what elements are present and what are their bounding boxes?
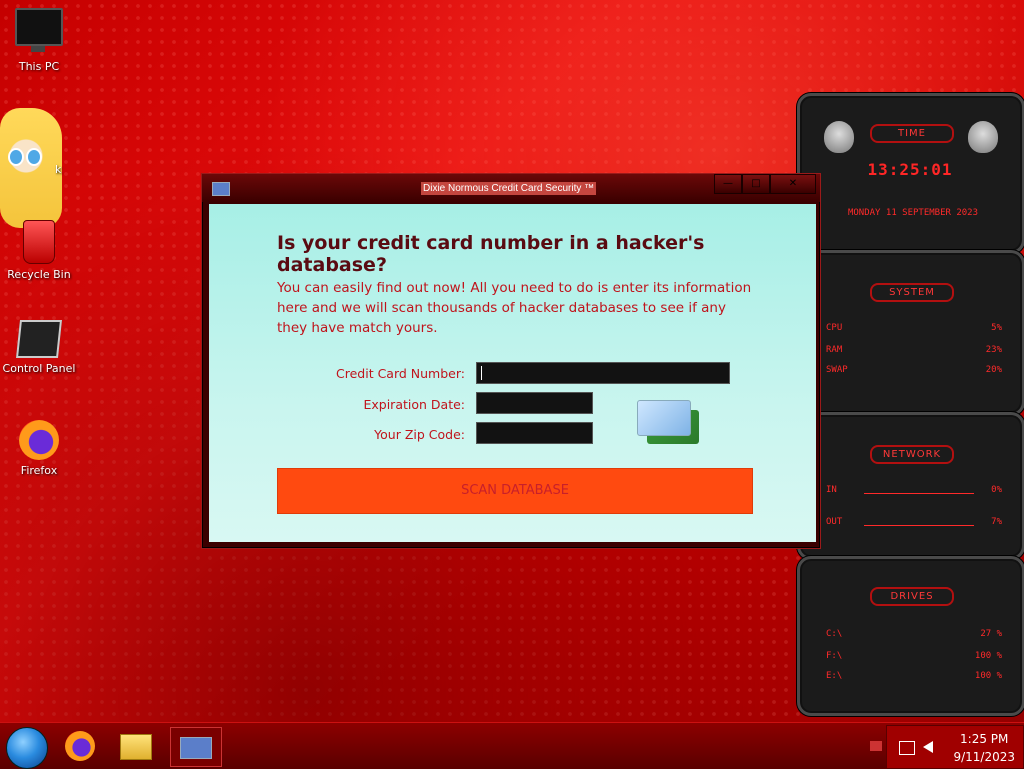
gadget-header: DRIVES	[870, 587, 954, 606]
expiration-date-label: Expiration Date:	[363, 397, 465, 412]
taskbar-file-explorer-icon[interactable]	[116, 729, 156, 763]
drives-gadget: DRIVES C:\ 27 % F:\ 100 % E:\ 100 %	[797, 556, 1024, 716]
app-window: Dixie Normous Credit Card Security ™ — □…	[201, 173, 821, 549]
cartoon-character-image	[0, 108, 62, 228]
taskbar-credit-card-app-icon[interactable]	[170, 727, 222, 767]
expiration-date-input[interactable]	[476, 392, 593, 414]
desktop-icon-recycle-bin[interactable]: Recycle Bin	[1, 220, 77, 281]
eye-shape	[8, 148, 24, 166]
window-content: Is your credit card number in a hacker's…	[209, 204, 816, 542]
desktop-icon-label: k	[55, 163, 62, 176]
desktop-icon-label: This PC	[18, 60, 60, 73]
network-row-value: 0%	[991, 485, 1002, 495]
network-row-value: 7%	[991, 517, 1002, 527]
drive-row-value: 100 %	[974, 651, 1002, 661]
zip-code-label: Your Zip Code:	[374, 427, 465, 442]
drive-row-label: C:\	[826, 629, 843, 639]
close-button[interactable]: ✕	[770, 174, 816, 194]
firefox-icon	[19, 420, 59, 460]
drive-row-value: 27 %	[980, 629, 1002, 639]
volume-icon[interactable]	[923, 741, 933, 753]
scan-database-button[interactable]: SCAN DATABASE	[277, 468, 753, 514]
network-row-label: IN	[826, 485, 837, 495]
taskbar-firefox-icon[interactable]	[60, 729, 100, 763]
control-panel-icon	[16, 320, 62, 358]
maximize-button[interactable]: □	[742, 174, 770, 194]
minimize-button[interactable]: —	[714, 174, 742, 194]
system-row-label: SWAP	[826, 365, 848, 375]
credit-cards-icon	[637, 400, 701, 446]
gadget-header: TIME	[870, 124, 954, 143]
card-blue	[637, 400, 691, 436]
gadget-clock: 13:25:01	[867, 160, 953, 179]
drive-row-value: 100 %	[974, 671, 1002, 681]
clock-date: 9/11/2023	[953, 750, 1015, 764]
network-row-label: OUT	[826, 517, 843, 527]
desktop-icon-label: Firefox	[20, 464, 58, 477]
desktop-icon-label: Recycle Bin	[7, 268, 71, 281]
system-row-value: 20%	[985, 365, 1002, 375]
network-gadget: NETWORK IN 0% OUT 7%	[797, 412, 1024, 560]
clock-time: 1:25 PM	[960, 732, 1009, 746]
taskbar: 1:25 PM 9/11/2023	[0, 722, 1024, 769]
desktop-icon-this-pc[interactable]: This PC	[1, 8, 77, 73]
zip-code-input[interactable]	[476, 422, 593, 444]
alien-logo-icon	[824, 121, 854, 153]
monitor-icon	[15, 8, 63, 52]
window-titlebar[interactable]: Dixie Normous Credit Card Security ™ — □…	[202, 174, 820, 202]
system-row-label: CPU	[826, 323, 843, 333]
gadget-date: MONDAY 11 SEPTEMBER 2023	[847, 208, 979, 218]
start-button[interactable]	[6, 727, 48, 769]
description-text: You can easily find out now! All you nee…	[277, 280, 752, 336]
app-card-icon	[212, 182, 230, 196]
desktop-icon-firefox[interactable]: Firefox	[1, 420, 77, 477]
network-graph-line	[864, 493, 974, 494]
gadget-header: SYSTEM	[870, 283, 954, 302]
taskbar-clock[interactable]: 1:25 PM 9/11/2023	[953, 730, 1015, 766]
network-icon[interactable]	[899, 741, 915, 755]
system-row-value: 5%	[991, 323, 1002, 333]
alien-logo-icon	[968, 121, 998, 153]
card-number-label: Credit Card Number:	[336, 366, 465, 381]
desktop-icon-label: Control Panel	[2, 362, 76, 375]
network-graph-line	[864, 525, 974, 526]
time-gadget: TIME 13:25:01 MONDAY 11 SEPTEMBER 2023	[797, 93, 1024, 254]
eye-shape	[26, 148, 42, 166]
drive-row-label: F:\	[826, 651, 843, 661]
page-title: Is your credit card number in a hacker's…	[277, 232, 705, 276]
desktop-icon-control-panel[interactable]: Control Panel	[1, 320, 77, 375]
card-number-input[interactable]	[476, 362, 730, 384]
system-row-label: RAM	[826, 345, 843, 355]
text-cursor	[481, 366, 482, 380]
gadget-header: NETWORK	[870, 445, 954, 464]
system-tray: 1:25 PM 9/11/2023	[886, 725, 1024, 769]
system-row-value: 23%	[985, 345, 1002, 355]
show-hidden-icons-button[interactable]	[870, 741, 882, 751]
recycle-bin-icon	[23, 220, 55, 264]
system-gadget: SYSTEM CPU 5% RAM 23% SWAP 20%	[797, 250, 1024, 416]
window-title: Dixie Normous Credit Card Security ™	[421, 182, 597, 195]
drive-row-label: E:\	[826, 671, 843, 681]
